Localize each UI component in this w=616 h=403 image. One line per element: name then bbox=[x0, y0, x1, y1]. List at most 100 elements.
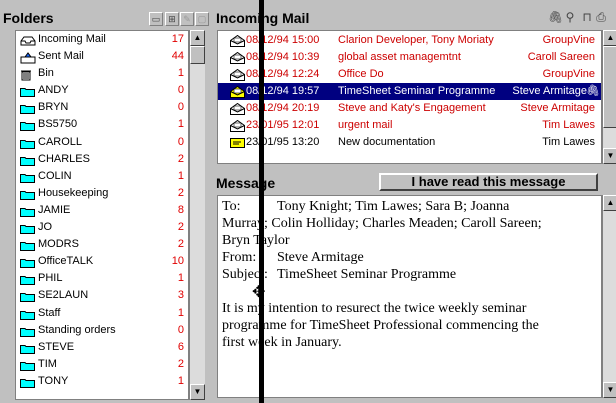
folder-count: 0 bbox=[177, 323, 184, 336]
folder-count: 1 bbox=[177, 67, 184, 80]
scroll-up-arrow-icon[interactable]: ▲ bbox=[603, 30, 616, 46]
folder-name: Sent Mail bbox=[38, 50, 84, 63]
folder-count: 0 bbox=[177, 135, 184, 148]
lock-icon[interactable]: ⊓ bbox=[580, 11, 594, 25]
folder-name: CAROLL bbox=[38, 135, 83, 148]
folders-scrollbar[interactable]: ▲ ▼ bbox=[189, 30, 205, 400]
attachment-icon[interactable]: 🖇 bbox=[548, 11, 563, 25]
folder-name: Housekeeping bbox=[38, 186, 109, 199]
folder-name: BS5750 bbox=[38, 118, 78, 131]
search-icon[interactable]: ⚲ bbox=[563, 11, 577, 25]
print-icon[interactable]: ▢ bbox=[195, 12, 209, 26]
mail-from: Steve Armitage bbox=[520, 102, 595, 114]
folder-count: 2 bbox=[177, 357, 184, 370]
folder-icon bbox=[20, 189, 35, 200]
mail-row[interactable]: 08/12/94 20:19 Steve and Katy's Engagemen… bbox=[218, 100, 601, 117]
folder-count: 0 bbox=[177, 84, 184, 97]
folder-icon bbox=[20, 360, 35, 371]
folder-row[interactable]: BS5750 1 bbox=[16, 116, 188, 133]
message-scrollbar[interactable]: ▲ ▼ bbox=[602, 195, 616, 398]
scroll-down-arrow-icon[interactable]: ▼ bbox=[603, 382, 616, 398]
folder-row[interactable]: Housekeeping 2 bbox=[16, 185, 188, 202]
folder-count: 1 bbox=[177, 118, 184, 131]
to-value-cont: Murray; Colin Holliday; Charles Meaden; … bbox=[222, 216, 542, 231]
mail-date: 23/01/95 12:01 bbox=[246, 119, 320, 131]
edit-pencil-icon[interactable]: ✎ bbox=[180, 12, 194, 26]
mail-subject: urgent mail bbox=[338, 119, 393, 131]
folder-row[interactable]: TONY 1 bbox=[16, 373, 188, 390]
mail-row[interactable]: 08/12/94 10:39 global asset managemtnt Car… bbox=[218, 49, 601, 66]
mail-row[interactable]: 08/12/94 15:00 Clarion Developer, Tony Mo… bbox=[218, 32, 601, 49]
mail-from: Steve Armitage bbox=[512, 85, 587, 97]
scroll-thumb[interactable] bbox=[603, 46, 616, 128]
folder-row[interactable]: CHARLES 2 bbox=[16, 151, 188, 168]
mail-subject: TimeSheet Seminar Programme bbox=[338, 85, 496, 97]
envelope-icon bbox=[230, 51, 245, 64]
mail-date: 08/12/94 15:00 bbox=[246, 34, 320, 46]
folder-row[interactable]: JAMIE 8 bbox=[16, 202, 188, 219]
folder-row[interactable]: SE2LAUN 3 bbox=[16, 287, 188, 304]
folder-icon bbox=[20, 377, 35, 388]
envelope-icon bbox=[230, 68, 245, 81]
folder-row[interactable]: PHIL 1 bbox=[16, 270, 188, 287]
folder-icon bbox=[20, 343, 35, 354]
scroll-up-arrow-icon[interactable]: ▲ bbox=[603, 195, 616, 211]
folder-name: STEVE bbox=[38, 340, 75, 353]
message-body[interactable]: To: Tony Knight; Tim Lawes; Sara B; Joann… bbox=[217, 195, 602, 398]
mail-from: Tim Lawes bbox=[542, 119, 595, 131]
mail-row[interactable]: 08/12/94 19:57 TimeSheet Seminar Programm… bbox=[218, 83, 601, 100]
expand-folder-icon[interactable]: ⊞ bbox=[165, 12, 179, 26]
folder-name: ANDY bbox=[38, 84, 69, 97]
subject-value: TimeSheet Seminar Programme bbox=[277, 267, 457, 282]
folder-list[interactable]: Incoming Mail 17 Sent Mail 44 Bin 1 ANDY 0 BRYN 0… bbox=[15, 30, 189, 400]
folder-row[interactable]: Sent Mail 44 bbox=[16, 48, 188, 65]
printer-icon[interactable]: ⎙ bbox=[594, 11, 608, 25]
folder-name: JO bbox=[38, 221, 53, 234]
new-folder-icon[interactable]: ▭ bbox=[149, 12, 163, 26]
folder-name: Staff bbox=[38, 306, 61, 319]
mail-row[interactable]: 23/01/95 12:01 urgent mail Tim Lawes bbox=[218, 117, 601, 134]
folder-row[interactable]: ANDY 0 bbox=[16, 82, 188, 99]
folder-name: COLIN bbox=[38, 169, 72, 182]
folder-row[interactable]: TIM 2 bbox=[16, 356, 188, 373]
scroll-down-arrow-icon[interactable]: ▼ bbox=[190, 384, 205, 400]
folder-icon bbox=[20, 138, 35, 149]
folder-name: OfficeTALK bbox=[38, 255, 94, 268]
mail-list[interactable]: 08/12/94 15:00 Clarion Developer, Tony Mo… bbox=[217, 30, 602, 164]
folder-row[interactable]: CAROLL 0 bbox=[16, 134, 188, 151]
mail-row[interactable]: 23/01/95 13:20 New documentation Tim Lawes bbox=[218, 134, 601, 151]
mail-row[interactable]: 08/12/94 12:24 Office Do GroupVine bbox=[218, 66, 601, 83]
message-pane-title: Message bbox=[216, 175, 276, 191]
folder-row[interactable]: JO 2 bbox=[16, 219, 188, 236]
folder-count: 1 bbox=[177, 306, 184, 319]
mail-subject: New documentation bbox=[338, 136, 436, 148]
scroll-thumb[interactable] bbox=[190, 46, 205, 64]
folder-row[interactable]: COLIN 1 bbox=[16, 168, 188, 185]
folder-count: 1 bbox=[177, 169, 184, 182]
to-value: Tony Knight; Tim Lawes; Sara B; Joanna bbox=[277, 199, 510, 214]
read-message-button[interactable]: I have read this message bbox=[379, 173, 598, 191]
folder-row[interactable]: Staff 1 bbox=[16, 305, 188, 322]
folder-count: 2 bbox=[177, 152, 184, 165]
folder-row[interactable]: BRYN 0 bbox=[16, 99, 188, 116]
mail-scrollbar[interactable]: ▲ ▼ bbox=[602, 30, 616, 164]
scroll-up-arrow-icon[interactable]: ▲ bbox=[190, 30, 205, 46]
folders-title: Folders bbox=[3, 10, 54, 26]
scroll-down-arrow-icon[interactable]: ▼ bbox=[603, 148, 616, 164]
folder-row[interactable]: Standing orders 0 bbox=[16, 322, 188, 339]
folder-icon bbox=[20, 291, 35, 303]
folders-pane: Folders ▭ ⊞ ✎ ▢ Incoming Mail 17 Sent Mail… bbox=[0, 0, 210, 403]
mail-date: 08/12/94 10:39 bbox=[246, 51, 320, 63]
pane-splitter[interactable] bbox=[259, 0, 264, 403]
folder-count: 10 bbox=[171, 255, 184, 268]
mail-from: Tim Lawes bbox=[542, 136, 595, 148]
body-line: programme for TimeSheet Professional com… bbox=[222, 318, 539, 333]
folder-row[interactable]: MODRS 2 bbox=[16, 236, 188, 253]
folder-icon bbox=[20, 172, 35, 183]
envelope-icon bbox=[230, 119, 245, 132]
folder-row[interactable]: OfficeTALK 10 bbox=[16, 253, 188, 270]
folder-row[interactable]: STEVE 6 bbox=[16, 339, 188, 356]
folder-row[interactable]: Incoming Mail 17 bbox=[16, 31, 188, 48]
folder-row[interactable]: Bin 1 bbox=[16, 65, 188, 82]
folder-icon bbox=[20, 206, 35, 217]
